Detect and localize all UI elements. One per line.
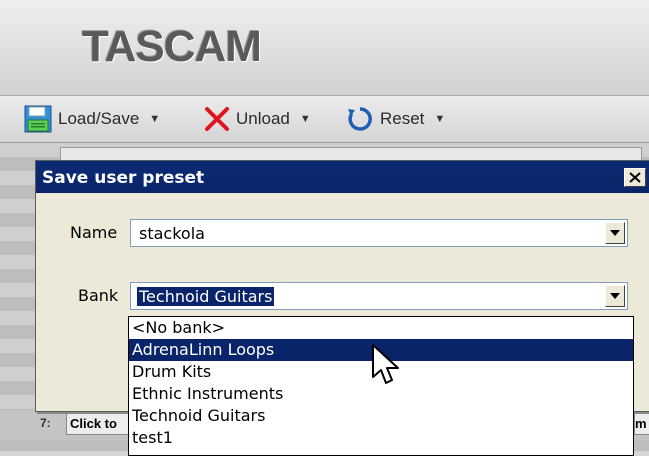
preset-toolbar: Load/Save ▼ Unload ▼ Reset ▼ xyxy=(0,96,649,143)
bank-dropdown-button[interactable] xyxy=(605,285,625,307)
reset-button[interactable]: Reset ▼ xyxy=(346,105,445,133)
bank-select[interactable]: Technoid Guitars xyxy=(130,282,628,310)
mouse-cursor-icon xyxy=(371,343,403,391)
bank-value-wrap: Technoid Guitars xyxy=(137,287,275,306)
chevron-down-icon: ▼ xyxy=(149,113,161,125)
chevron-down-icon: ▼ xyxy=(434,113,446,125)
reset-label: Reset xyxy=(380,109,425,128)
name-label: Name xyxy=(70,223,118,242)
name-value: stackola xyxy=(139,224,205,243)
name-dropdown-button[interactable] xyxy=(605,222,625,244)
row-click-button[interactable]: Click to xyxy=(66,413,133,435)
bank-value: Technoid Guitars xyxy=(137,287,275,306)
row-right-button[interactable]: m xyxy=(634,413,649,435)
chevron-down-icon xyxy=(610,230,620,236)
unload-label: Unload xyxy=(236,109,290,128)
unload-button[interactable]: Unload ▼ xyxy=(204,105,311,133)
row-number: 7: xyxy=(40,416,51,430)
dialog-titlebar[interactable]: Save user preset xyxy=(36,161,649,193)
floppy-disk-icon xyxy=(24,105,52,133)
close-icon xyxy=(629,172,641,183)
bank-option[interactable]: <No bank> xyxy=(129,317,633,339)
brand-header: TASCAM xyxy=(0,0,649,96)
bank-option[interactable]: Technoid Guitars xyxy=(129,405,633,427)
tascam-logo: TASCAM xyxy=(82,22,262,71)
dialog-title: Save user preset xyxy=(42,168,205,188)
name-combobox[interactable]: stackola xyxy=(130,219,628,247)
bank-label: Bank xyxy=(78,286,119,305)
x-mark-icon xyxy=(204,106,230,132)
chevron-down-icon: ▼ xyxy=(299,113,311,125)
load-save-button[interactable]: Load/Save ▼ xyxy=(24,105,160,133)
refresh-icon xyxy=(346,105,374,133)
load-save-label: Load/Save xyxy=(58,109,140,128)
bank-option[interactable]: test1 xyxy=(129,427,633,449)
background-input-strip xyxy=(60,147,642,161)
chevron-down-icon xyxy=(610,293,620,299)
close-button[interactable] xyxy=(624,168,646,187)
